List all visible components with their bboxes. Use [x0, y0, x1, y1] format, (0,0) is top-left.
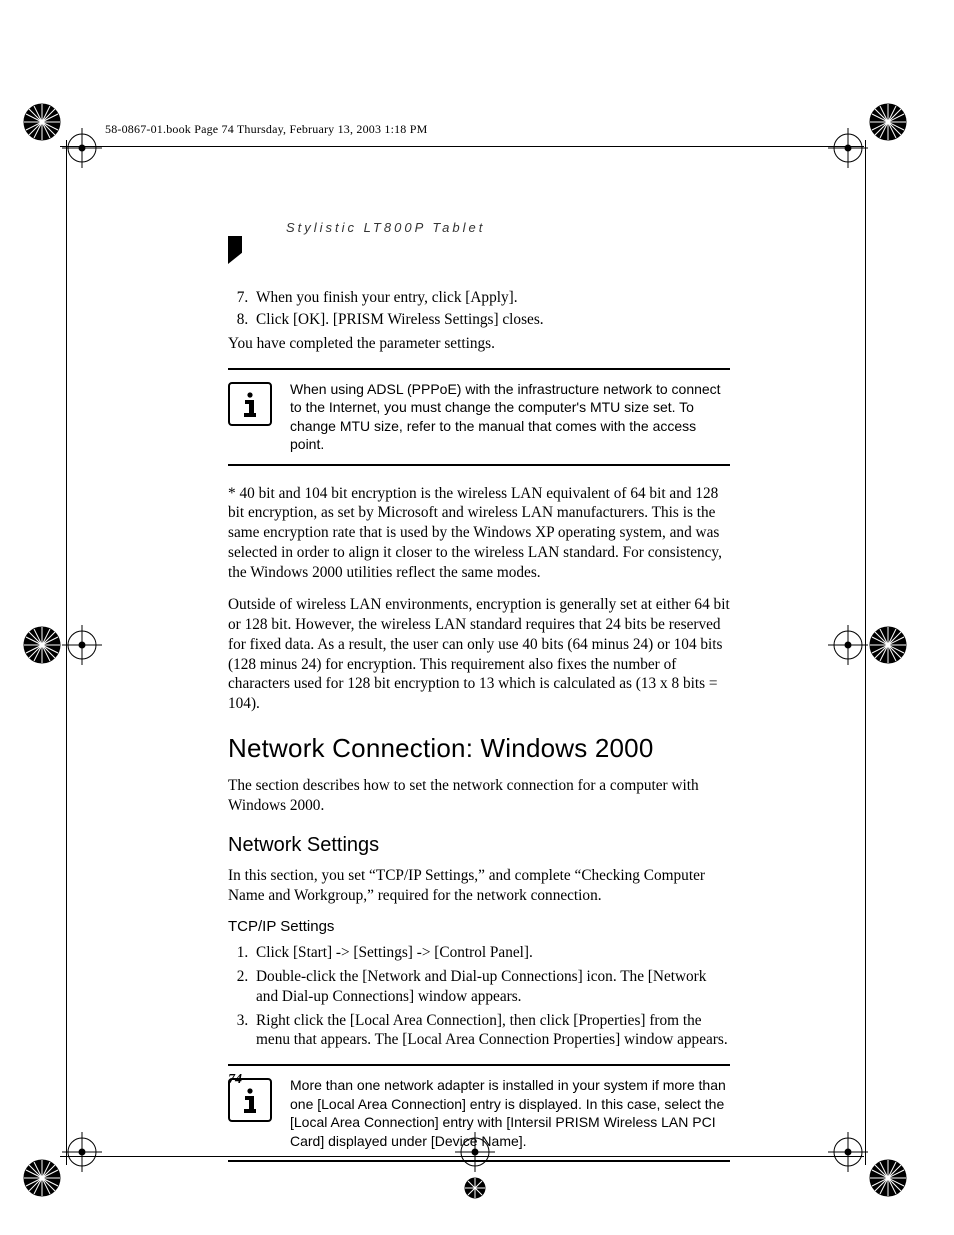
- numbered-steps: Click [Start] -> [Settings] -> [Control …: [228, 943, 730, 1050]
- registration-mark-icon: [20, 1110, 110, 1200]
- book-metadata-line: 58-0867-01.book Page 74 Thursday, Februa…: [105, 122, 427, 137]
- registration-mark-icon: [820, 100, 910, 190]
- continued-numbered-list: When you finish your entry, click [Apply…: [228, 288, 730, 330]
- info-icon: [228, 382, 272, 426]
- list-item: When you finish your entry, click [Apply…: [252, 288, 730, 308]
- info-note: When using ADSL (PPPoE) with the infrast…: [228, 368, 730, 466]
- registration-mark-icon: [20, 600, 110, 690]
- registration-mark-icon: [820, 600, 910, 690]
- footnote-paragraph: * 40 bit and 104 bit encryption is the w…: [228, 484, 730, 583]
- subsub-heading: TCP/IP Settings: [228, 917, 730, 937]
- completion-sentence: You have completed the parameter setting…: [228, 334, 730, 354]
- print-page: 58-0867-01.book Page 74 Thursday, Februa…: [0, 0, 954, 1235]
- registration-mark-icon: [20, 100, 110, 190]
- list-item: Click [Start] -> [Settings] -> [Control …: [252, 943, 730, 963]
- footnote-paragraph: Outside of wireless LAN environments, en…: [228, 595, 730, 714]
- list-item: Double-click the [Network and Dial-up Co…: [252, 967, 730, 1007]
- list-item: Click [OK]. [PRISM Wireless Settings] cl…: [252, 310, 730, 330]
- list-item: Right click the [Local Area Connection],…: [252, 1011, 730, 1051]
- page-number: 74: [228, 1072, 242, 1088]
- subsection-heading: Network Settings: [228, 832, 730, 858]
- note-text: When using ADSL (PPPoE) with the infrast…: [290, 380, 730, 454]
- registration-mark-icon: [820, 1110, 910, 1200]
- note-text: More than one network adapter is install…: [290, 1076, 730, 1150]
- section-intro: The section describes how to set the net…: [228, 776, 730, 816]
- crop-line: [60, 146, 864, 147]
- info-note: More than one network adapter is install…: [228, 1064, 730, 1162]
- thumb-tab-marker: [228, 236, 242, 264]
- running-head: Stylistic LT800P Tablet: [286, 220, 485, 235]
- subsection-intro: In this section, you set “TCP/IP Setting…: [228, 866, 730, 906]
- page-body: When you finish your entry, click [Apply…: [228, 288, 730, 1180]
- section-heading: Network Connection: Windows 2000: [228, 732, 730, 766]
